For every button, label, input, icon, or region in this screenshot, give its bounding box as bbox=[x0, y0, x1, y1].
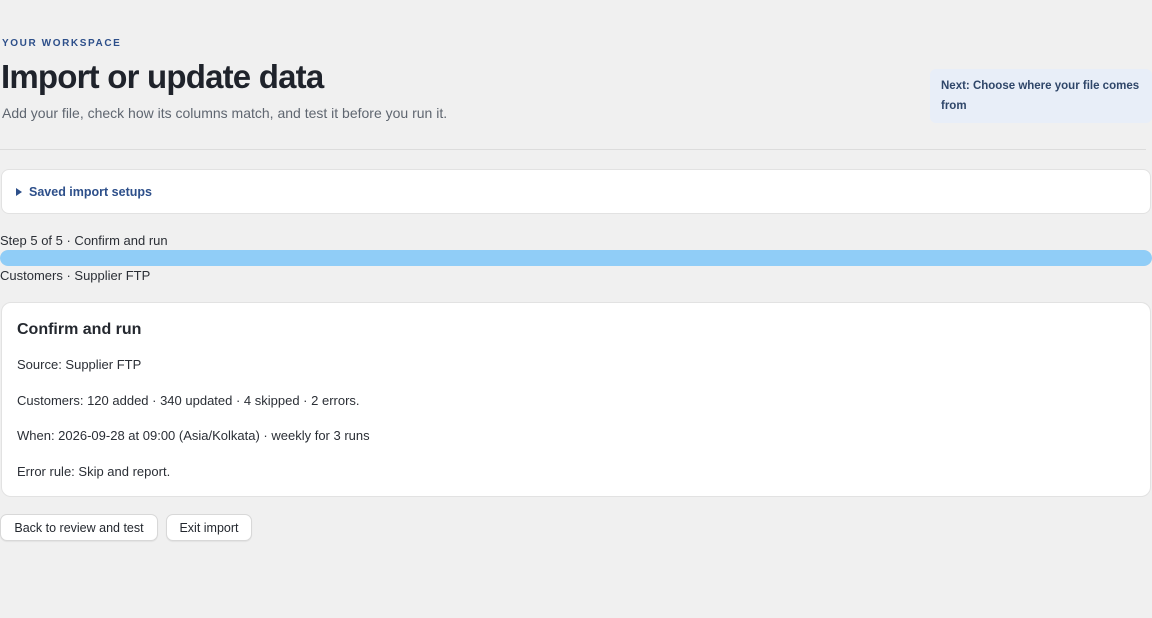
import-page: YOUR WORKSPACE Import or update data Add… bbox=[0, 0, 1152, 618]
summary-schedule: When: 2026-09-28 at 09:00 (Asia/Kolkata)… bbox=[17, 428, 370, 443]
saved-import-setups-label: Saved import setups bbox=[29, 184, 152, 199]
triangle-right-icon bbox=[16, 187, 22, 196]
step-indicator: Step 5 of 5 · Confirm and run bbox=[0, 233, 168, 248]
header-divider bbox=[0, 149, 1146, 150]
saved-import-setups-toggle[interactable]: Saved import setups bbox=[1, 169, 1151, 214]
exit-import-button[interactable]: Exit import bbox=[166, 514, 252, 541]
back-to-review-button[interactable]: Back to review and test bbox=[0, 514, 158, 541]
next-step-hint: Next: Choose where your file comes from bbox=[930, 69, 1152, 123]
summary-source: Source: Supplier FTP bbox=[17, 357, 142, 372]
summary-counts: Customers: 120 added · 340 updated · 4 s… bbox=[17, 392, 360, 408]
progress-bar-fill bbox=[0, 250, 1152, 266]
confirm-title: Confirm and run bbox=[17, 321, 142, 338]
confirm-card: Confirm and run Source: Supplier FTP Cus… bbox=[1, 302, 1151, 497]
progress-bar bbox=[0, 250, 1152, 266]
workspace-eyebrow: YOUR WORKSPACE bbox=[2, 38, 122, 49]
page-subtitle: Add your file, check how its columns mat… bbox=[2, 105, 448, 121]
summary-error-rule: Error rule: Skip and report. bbox=[17, 463, 171, 479]
page-title: Import or update data bbox=[1, 58, 324, 95]
import-context: Customers · Supplier FTP bbox=[0, 268, 151, 283]
